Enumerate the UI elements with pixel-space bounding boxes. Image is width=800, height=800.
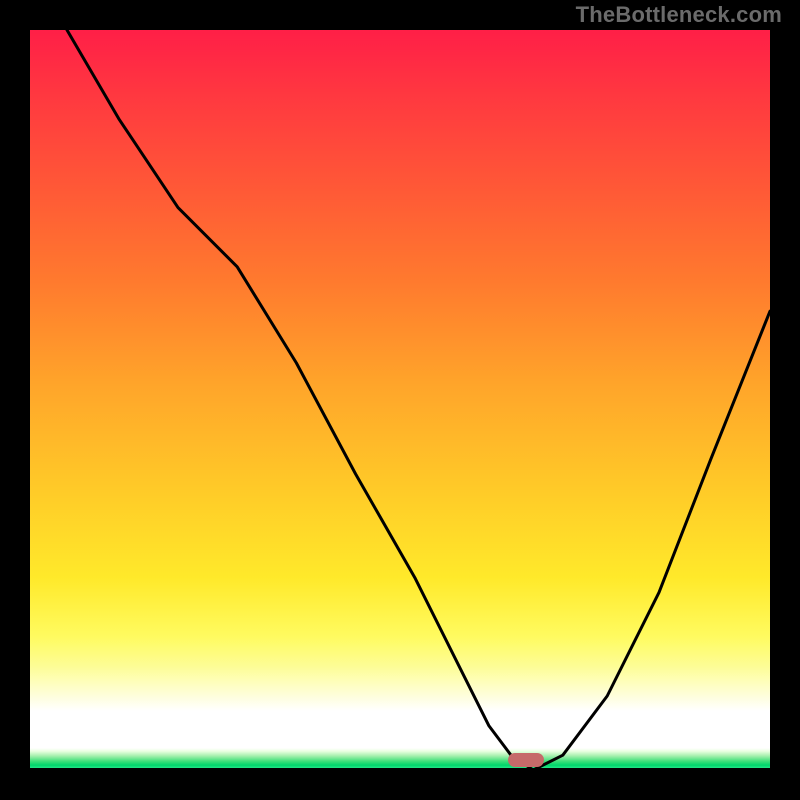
watermark-text: TheBottleneck.com [576,2,782,28]
plot-area [30,30,770,770]
bottleneck-curve-line [30,30,770,770]
x-axis-baseline [30,768,770,770]
chart-frame: TheBottleneck.com [0,0,800,800]
optimal-point-marker [508,753,544,767]
